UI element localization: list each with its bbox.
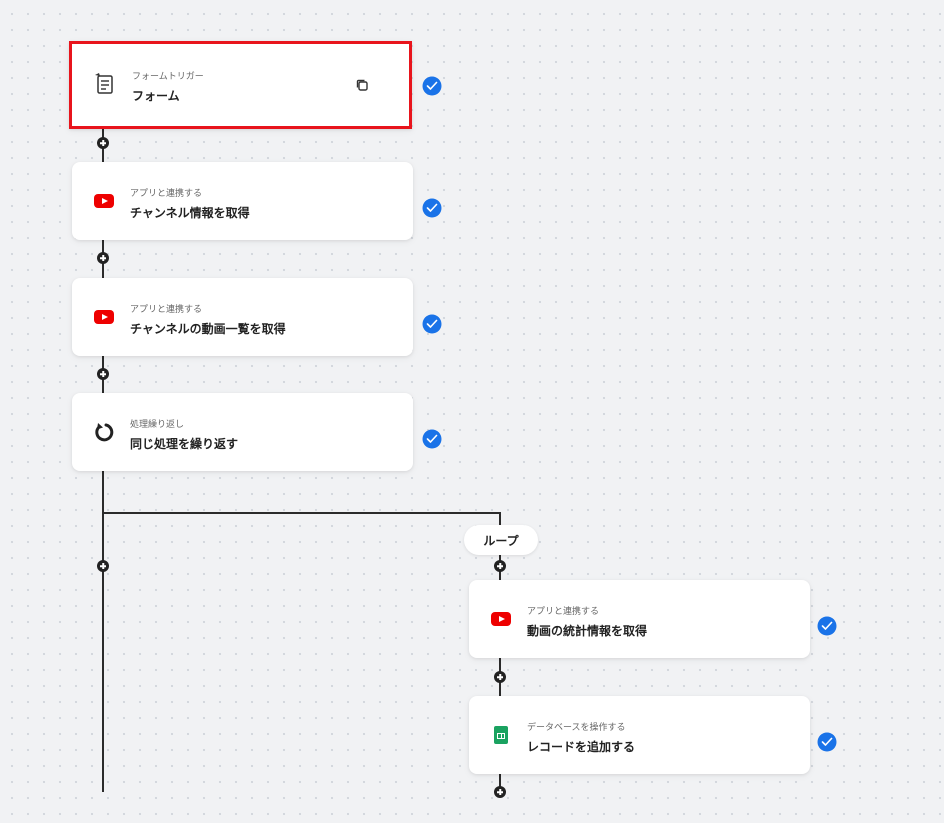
loop-icon	[92, 420, 116, 444]
step-subtitle: アプリと連携する	[130, 305, 203, 315]
youtube-icon	[92, 189, 116, 213]
step-subtitle: フォームトリガー	[132, 72, 204, 82]
add-step-button[interactable]	[494, 560, 506, 572]
add-step-button[interactable]	[494, 786, 506, 798]
step-card-get-channel-videos[interactable]: アプリと連携する チャンネルの動画一覧を取得	[72, 278, 413, 356]
step-title: 動画の統計情報を取得	[527, 624, 648, 638]
step-subtitle: アプリと連携する	[130, 189, 203, 199]
step-card-get-channel-info[interactable]: アプリと連携する チャンネル情報を取得	[72, 162, 413, 240]
google-sheets-icon	[489, 723, 513, 747]
step-title: チャンネル情報を取得	[130, 206, 250, 220]
step-title: 同じ処理を繰り返す	[130, 437, 239, 451]
step-card-form-trigger[interactable]: フォームトリガー フォーム	[69, 41, 412, 129]
connector-loop-branch	[102, 512, 500, 514]
loop-label[interactable]: ループ	[464, 525, 538, 555]
step-card-loop[interactable]: 処理繰り返し 同じ処理を繰り返す	[72, 393, 413, 471]
status-check-icon	[422, 76, 442, 96]
step-card-add-record[interactable]: データベースを操作する レコードを追加する	[469, 696, 810, 774]
form-icon	[92, 72, 116, 96]
status-check-icon	[422, 429, 442, 449]
step-title: フォーム	[132, 89, 180, 103]
status-check-icon	[422, 198, 442, 218]
add-step-button[interactable]	[97, 137, 109, 149]
status-check-icon	[817, 732, 837, 752]
add-step-button[interactable]	[494, 671, 506, 683]
youtube-icon	[92, 305, 116, 329]
copy-icon[interactable]	[355, 77, 369, 91]
status-check-icon	[817, 616, 837, 636]
step-subtitle: データベースを操作する	[527, 723, 626, 733]
step-subtitle: アプリと連携する	[527, 607, 600, 617]
step-title: レコードを追加する	[527, 740, 636, 754]
add-step-button[interactable]	[97, 560, 109, 572]
youtube-icon	[489, 607, 513, 631]
step-subtitle: 処理繰り返し	[130, 420, 185, 430]
add-step-button[interactable]	[97, 368, 109, 380]
status-check-icon	[422, 314, 442, 334]
step-title: チャンネルの動画一覧を取得	[130, 322, 286, 336]
step-card-get-video-stats[interactable]: アプリと連携する 動画の統計情報を取得	[469, 580, 810, 658]
add-step-button[interactable]	[97, 252, 109, 264]
